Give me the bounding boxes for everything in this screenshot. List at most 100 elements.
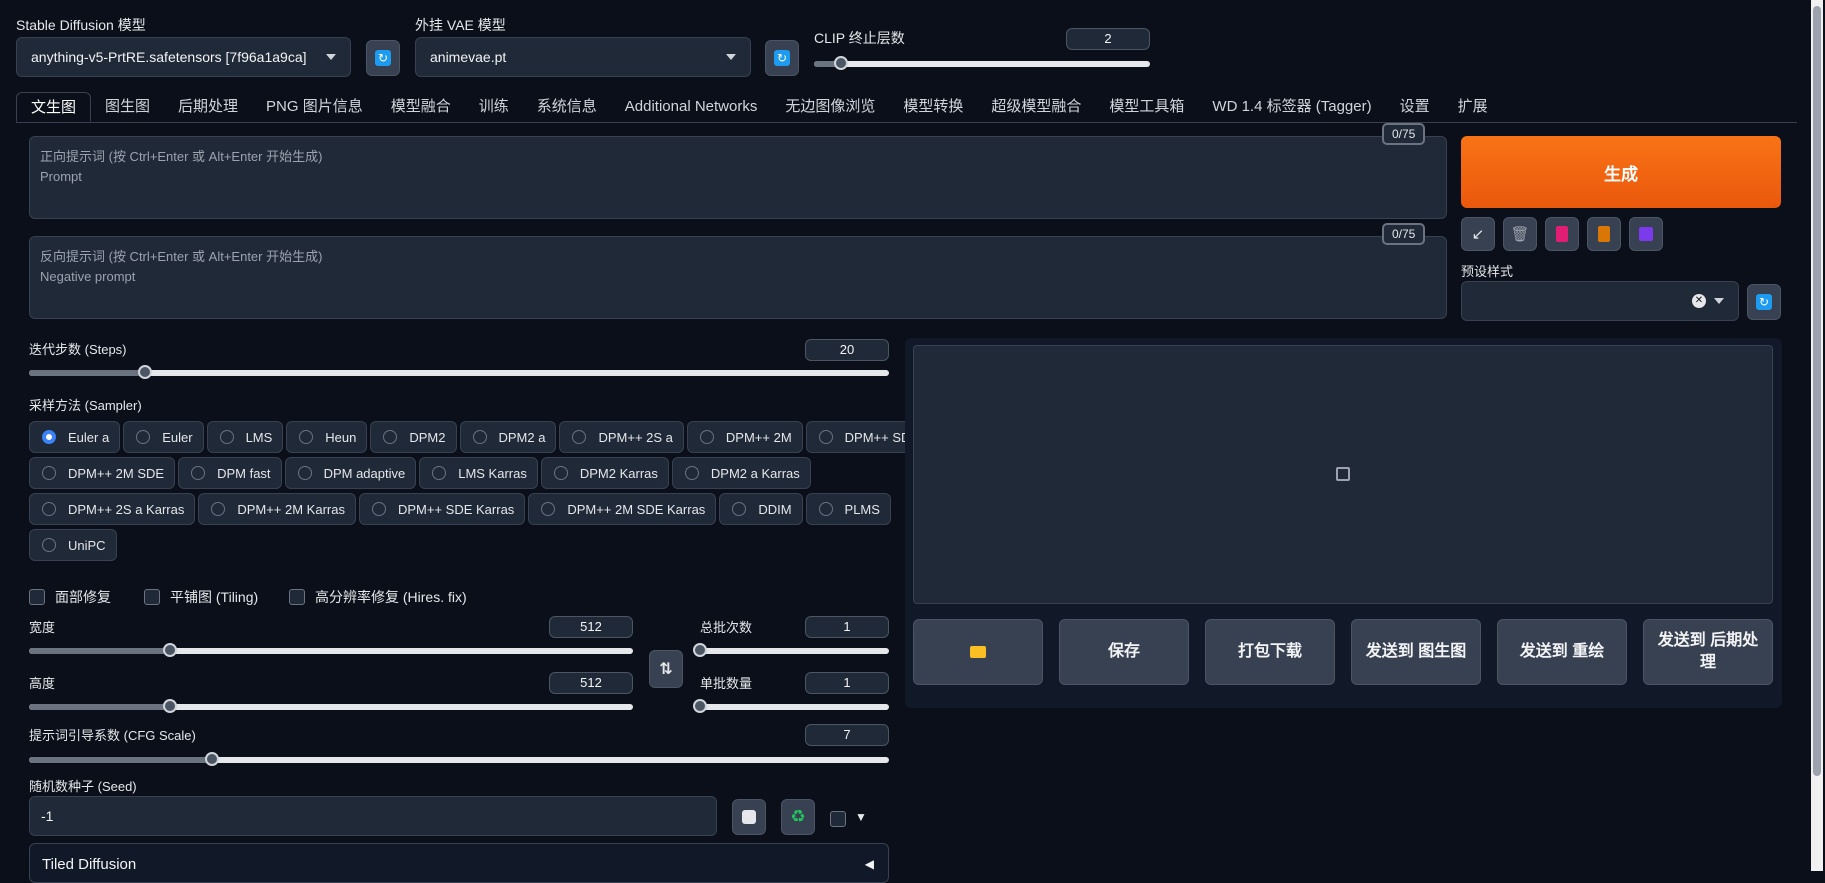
apply-style-button[interactable] [1587, 217, 1621, 251]
sampler-option[interactable]: DPM++ 2M SDE Karras [528, 493, 717, 525]
send-to-img2img-button[interactable]: 发送到 图生图 [1351, 619, 1481, 685]
refresh-vae-button[interactable]: ↻ [765, 40, 799, 76]
swap-dimensions-button[interactable]: ⇅ [649, 650, 683, 688]
sampler-option[interactable]: DPM2 [370, 421, 457, 453]
sampler-option[interactable]: LMS [206, 421, 284, 453]
tab-14[interactable]: 扩展 [1444, 92, 1502, 122]
sampler-option[interactable]: DPM++ 2M [686, 421, 803, 453]
sampler-option-label: DDIM [758, 501, 792, 517]
sampler-option-label: DPM adaptive [323, 465, 406, 481]
radio-indicator [699, 430, 714, 444]
extra-seed-checkbox[interactable] [830, 811, 846, 827]
chevron-down-icon [326, 54, 336, 60]
styles-dropdown[interactable]: ✕ [1461, 281, 1739, 321]
sd-model-dropdown[interactable]: anything-v5-PrtRE.safetensors [7f96a1a9c… [16, 37, 351, 77]
sampler-option[interactable]: DPM++ 2S a Karras [29, 493, 196, 525]
clip-skip-slider[interactable] [814, 55, 1150, 73]
sampler-option[interactable]: DPM2 a [459, 421, 557, 453]
tab-7[interactable]: Additional Networks [611, 92, 772, 122]
sampler-option[interactable]: UniPC [29, 529, 117, 561]
batch-count-input[interactable]: 1 [805, 616, 889, 638]
sampler-option-label: Euler [162, 429, 193, 445]
card-icon [1556, 226, 1568, 242]
random-seed-button[interactable] [732, 799, 766, 835]
height-input[interactable]: 512 [549, 672, 633, 694]
tab-2[interactable]: 后期处理 [164, 92, 252, 122]
sampler-option[interactable]: DPM adaptive [284, 457, 417, 489]
clip-skip-input[interactable]: 2 [1066, 28, 1150, 50]
height-slider[interactable] [29, 698, 633, 716]
tab-3[interactable]: PNG 图片信息 [252, 92, 377, 122]
tab-6[interactable]: 系统信息 [523, 92, 611, 122]
read-params-button[interactable]: ↙ [1461, 217, 1495, 251]
sampler-option[interactable]: PLMS [805, 493, 891, 525]
sampler-option[interactable]: DDIM [719, 493, 803, 525]
face-restore-label: 面部修复 [55, 589, 111, 605]
prompt-input[interactable]: 正向提示词 (按 Ctrl+Enter 或 Alt+Enter 开始生成) Pr… [29, 136, 1447, 219]
sampler-option-label: DPM2 a [498, 429, 546, 445]
tiling-checkbox[interactable]: 平铺图 (Tiling) [144, 587, 258, 607]
radio-indicator [818, 502, 833, 516]
extra-networks-button[interactable] [1545, 217, 1579, 251]
radio-indicator [211, 502, 226, 516]
generate-button[interactable]: 生成 [1461, 136, 1781, 208]
batch-size-input[interactable]: 1 [805, 672, 889, 694]
sampler-option[interactable]: Heun [286, 421, 368, 453]
hires-fix-checkbox[interactable]: 高分辨率修复 (Hires. fix) [289, 587, 467, 607]
steps-slider[interactable] [29, 364, 889, 382]
save-button[interactable]: 保存 [1059, 619, 1189, 685]
tab-12[interactable]: WD 1.4 标签器 (Tagger) [1198, 92, 1385, 122]
tab-10[interactable]: 超级模型融合 [977, 92, 1095, 122]
tab-11[interactable]: 模型工具箱 [1095, 92, 1198, 122]
sampler-option[interactable]: DPM fast [178, 457, 282, 489]
radio-indicator [42, 466, 56, 480]
clear-prompt-button[interactable]: 🗑 [1503, 217, 1537, 251]
sampler-option[interactable]: DPM++ 2M SDE [29, 457, 176, 489]
image-placeholder-icon [1336, 467, 1350, 481]
steps-input[interactable]: 20 [805, 339, 889, 361]
sampler-option[interactable]: Euler [123, 421, 204, 453]
face-restore-checkbox[interactable]: 面部修复 [29, 587, 111, 607]
negative-prompt-input[interactable]: 反向提示词 (按 Ctrl+Enter 或 Alt+Enter 开始生成) Ne… [29, 236, 1447, 319]
main-tabs: 文生图 图生图 后期处理 PNG 图片信息 模型融合 训练 系统信息 Additional N… [16, 92, 1502, 122]
send-to-extras-button[interactable]: 发送到 后期处理 [1643, 619, 1773, 685]
page-scrollbar[interactable] [1811, 0, 1823, 871]
sampler-option[interactable]: Euler a [29, 421, 121, 453]
clear-icon[interactable]: ✕ [1692, 294, 1706, 308]
sampler-option-label: DPM++ SDE Karras [397, 501, 515, 517]
tab-4[interactable]: 模型融合 [377, 92, 465, 122]
sampler-option-label: DPM++ 2M [725, 429, 792, 445]
batch-size-slider[interactable] [693, 698, 889, 716]
chevron-down-icon [1714, 298, 1724, 304]
zip-download-button[interactable]: 打包下载 [1205, 619, 1335, 685]
sampler-option[interactable]: DPM2 Karras [540, 457, 669, 489]
vae-dropdown[interactable]: animevae.pt [415, 37, 751, 77]
sampler-radio-group: Euler a Euler LMS Heun DPM2 DPM2 a DPM++ 2S a D… [29, 421, 931, 565]
tab-5[interactable]: 训练 [465, 92, 523, 122]
sampler-option[interactable]: DPM++ SDE Karras [358, 493, 526, 525]
tab-8[interactable]: 无边图像浏览 [771, 92, 889, 122]
reuse-seed-button[interactable]: ♻ [781, 799, 815, 835]
cfg-slider[interactable] [29, 751, 889, 769]
open-folder-button[interactable] [913, 619, 1043, 685]
width-input[interactable]: 512 [549, 616, 633, 638]
sampler-option[interactable]: DPM++ 2M Karras [198, 493, 356, 525]
refresh-styles-button[interactable]: ↻ [1747, 284, 1781, 320]
sampler-option[interactable]: DPM++ 2S a [559, 421, 684, 453]
refresh-sd-model-button[interactable]: ↻ [366, 40, 400, 76]
width-slider[interactable] [29, 642, 633, 660]
tab-1[interactable]: 图生图 [91, 92, 164, 122]
tab-0[interactable]: 文生图 [16, 92, 92, 122]
sampler-option[interactable]: LMS Karras [419, 457, 538, 489]
sampler-option[interactable]: DPM2 a Karras [671, 457, 811, 489]
seed-input[interactable]: -1 [29, 796, 717, 836]
save-style-button[interactable] [1629, 217, 1663, 251]
tab-13[interactable]: 设置 [1386, 92, 1444, 122]
cfg-input[interactable]: 7 [805, 724, 889, 746]
triangle-down-icon[interactable]: ▼ [855, 810, 867, 824]
batch-count-slider[interactable] [693, 642, 889, 660]
tiled-diffusion-accordion[interactable]: Tiled Diffusion ◀ [29, 843, 889, 883]
radio-indicator [42, 430, 56, 444]
send-to-inpaint-button[interactable]: 发送到 重绘 [1497, 619, 1627, 685]
tab-9[interactable]: 模型转换 [889, 92, 977, 122]
